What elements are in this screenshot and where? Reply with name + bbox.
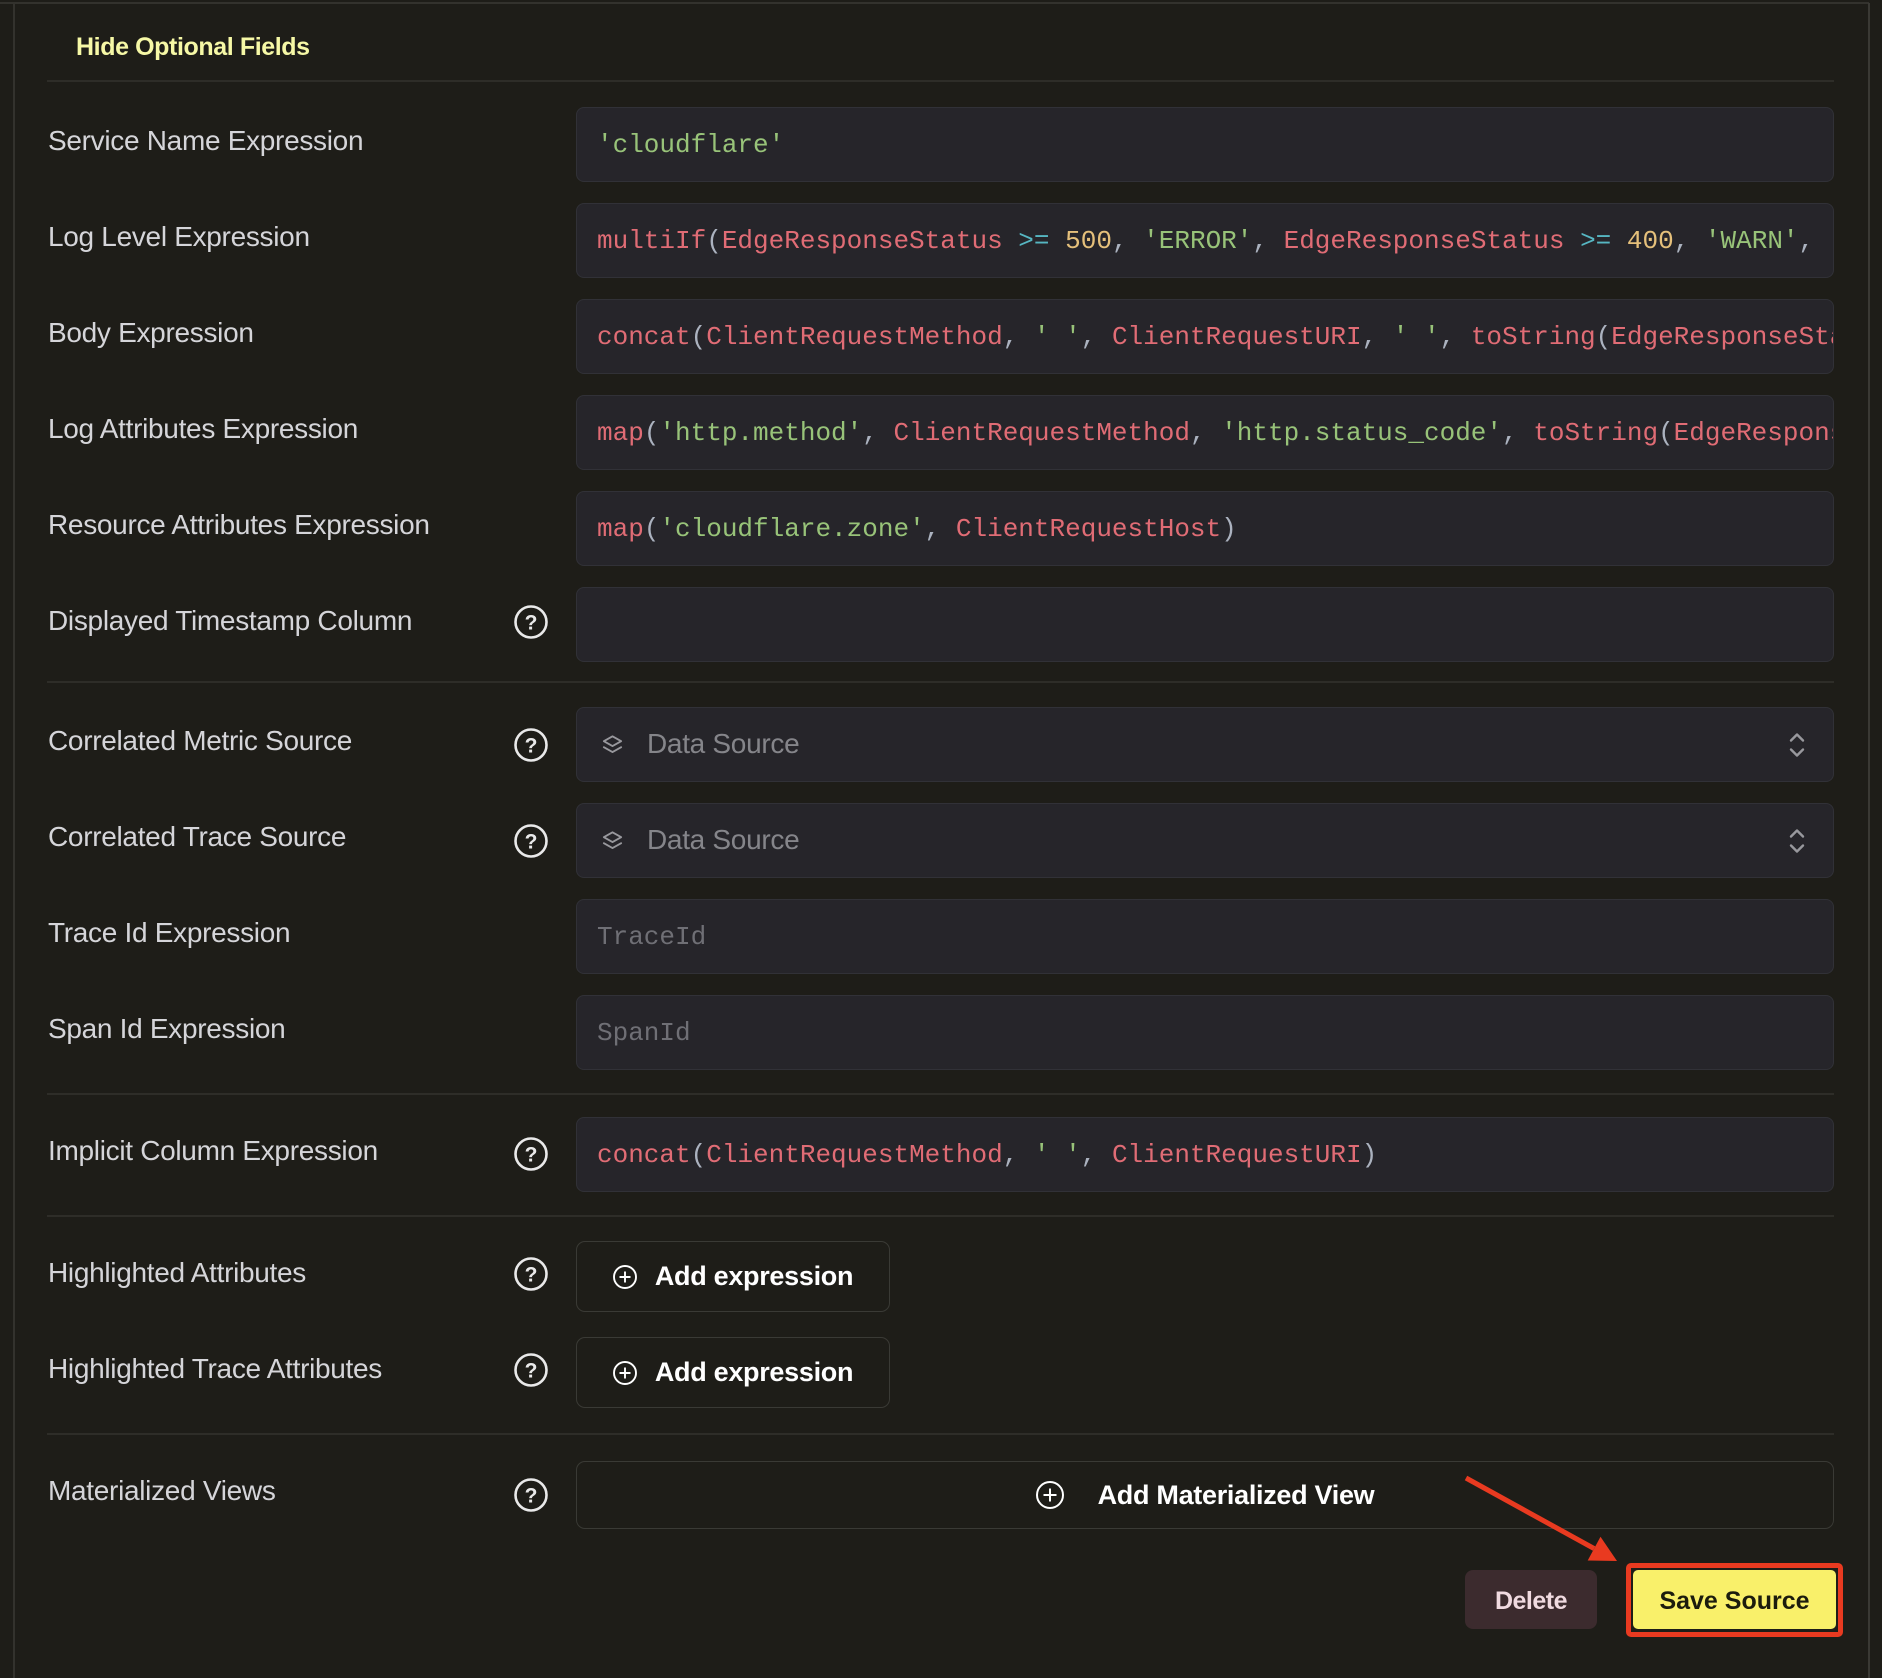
svg-text:?: ? [525,612,538,635]
svg-text:?: ? [525,1360,538,1383]
svg-text:?: ? [525,1264,538,1287]
svg-text:?: ? [525,1485,538,1508]
svg-text:?: ? [525,831,538,854]
svg-text:?: ? [525,735,538,758]
svg-text:?: ? [525,1144,538,1167]
